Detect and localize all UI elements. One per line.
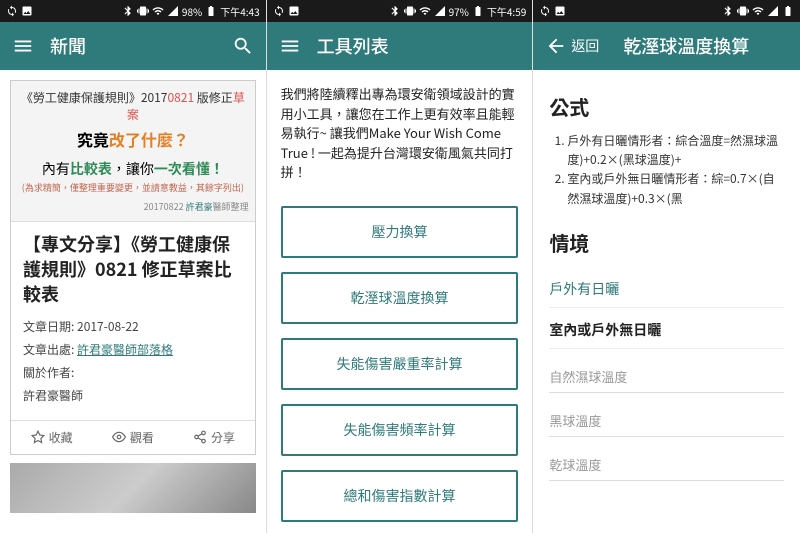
screen-tools: 97% 下午4:59 工具列表 我們將陸續釋出專為環安衛領域設計的實用小工具，讓…	[267, 0, 534, 533]
app-bar: 返回 乾溼球溫度換算	[533, 22, 800, 70]
view-button[interactable]: 觀看	[92, 421, 173, 454]
app-title: 工具列表	[317, 33, 521, 59]
search-icon[interactable]	[232, 35, 254, 57]
banner-credit: 20170822 許君豪醫師整理	[17, 200, 249, 213]
image-icon	[21, 5, 33, 17]
tools-content: 我們將陸續釋出專為環安衛領域設計的實用小工具，讓您在工作上更有效率且能輕易執行~…	[267, 70, 533, 533]
clock-time: 下午4:59	[487, 4, 526, 19]
banner-line1: 《勞工健康保護規則》20170821 版修正草案	[17, 89, 249, 123]
formula-item: 室內或戶外無日曬情形者：綜=0.7×(自然濕球溫度)+0.3×(黑	[567, 169, 784, 207]
news-content: 《勞工健康保護規則》20170821 版修正草案 究竟改了什麼？ 內有比較表，讓…	[0, 70, 266, 533]
menu-icon[interactable]	[12, 35, 34, 57]
screen-news: 98% 下午4:43 新聞 《勞工健康保護規則》20170821 版修正草案 究…	[0, 0, 267, 533]
article-date: 文章日期: 2017-08-22	[23, 318, 243, 335]
vibrate-icon	[737, 5, 749, 17]
card-actions: 收藏 觀看 分享	[11, 420, 255, 454]
card-banner: 《勞工健康保護規則》20170821 版修正草案 究竟改了什麼？ 內有比較表，讓…	[11, 81, 255, 222]
article-source: 文章出處: 許君豪醫師部落格	[23, 341, 243, 358]
vibrate-icon	[404, 5, 416, 17]
input-drybulb[interactable]: 乾球溫度	[549, 437, 784, 481]
status-bar: 98% 下午4:43	[0, 0, 266, 22]
scenario-title: 情境	[549, 228, 784, 257]
image-icon	[288, 5, 300, 17]
status-bar	[533, 0, 800, 22]
scenario-outdoor[interactable]: 戶外有日曬	[549, 267, 784, 308]
article-card[interactable]: 《勞工健康保護規則》20170821 版修正草案 究竟改了什麼？ 內有比較表，讓…	[10, 80, 256, 455]
tool-frequency[interactable]: 失能傷害頻率計算	[281, 404, 519, 456]
screen-calculator: 返回 乾溼球溫度換算 公式 戶外有日曬情形者：綜合溫度=然濕球溫度)+0.2×(…	[533, 0, 800, 533]
star-icon	[31, 430, 45, 444]
input-wetbulb[interactable]: 自然濕球溫度	[549, 349, 784, 393]
wifi-icon	[419, 5, 431, 17]
banner-line3: 內有比較表，讓你一次看懂！	[17, 159, 249, 179]
card-body: 【專文分享】《勞工健康保護規則》0821 修正草案比較表 文章日期: 2017-…	[11, 222, 255, 420]
app-title: 乾溼球溫度換算	[623, 33, 788, 59]
scenario-indoor[interactable]: 室內或戶外無日曬	[549, 308, 784, 349]
sync-icon	[273, 5, 285, 17]
intro-text: 我們將陸續釋出專為環安衛領域設計的實用小工具，讓您在工作上更有效率且能輕易執行~…	[267, 70, 533, 192]
app-bar: 工具列表	[267, 22, 533, 70]
battery-icon	[472, 5, 484, 17]
eye-icon	[112, 430, 126, 444]
signal-icon	[167, 5, 179, 17]
signal-icon	[767, 5, 779, 17]
bluetooth-icon	[389, 5, 401, 17]
calc-content: 公式 戶外有日曬情形者：綜合溫度=然濕球溫度)+0.2×(黑球溫度)+ 室內或戶…	[533, 70, 800, 533]
tool-pressure[interactable]: 壓力換算	[281, 206, 519, 258]
bluetooth-icon	[722, 5, 734, 17]
battery-icon	[782, 5, 794, 17]
vibrate-icon	[137, 5, 149, 17]
arrow-left-icon	[545, 35, 567, 57]
bluetooth-icon	[122, 5, 134, 17]
sync-icon	[6, 5, 18, 17]
wifi-icon	[752, 5, 764, 17]
app-title: 新聞	[50, 33, 216, 59]
signal-icon	[434, 5, 446, 17]
tool-wetbulb[interactable]: 乾溼球溫度換算	[281, 272, 519, 324]
author-name: 許君豪醫師	[23, 387, 243, 404]
formula-list: 戶外有日曬情形者：綜合溫度=然濕球溫度)+0.2×(黑球溫度)+ 室內或戶外無日…	[549, 131, 784, 208]
share-icon	[193, 430, 207, 444]
back-button[interactable]: 返回	[545, 35, 599, 57]
fav-button[interactable]: 收藏	[11, 421, 92, 454]
next-card-image[interactable]	[10, 463, 256, 513]
clock-time: 下午4:43	[220, 4, 259, 19]
formula-title: 公式	[549, 92, 784, 121]
sync-icon	[539, 5, 551, 17]
tool-list: 壓力換算 乾溼球溫度換算 失能傷害嚴重率計算 失能傷害頻率計算 總和傷害指數計算	[267, 206, 533, 522]
input-globe[interactable]: 黑球溫度	[549, 393, 784, 437]
formula-item: 戶外有日曬情形者：綜合溫度=然濕球溫度)+0.2×(黑球溫度)+	[567, 131, 784, 169]
share-button[interactable]: 分享	[173, 421, 254, 454]
author-label: 關於作者:	[23, 364, 243, 381]
wifi-icon	[152, 5, 164, 17]
battery-pct: 98%	[182, 4, 202, 19]
status-bar: 97% 下午4:59	[267, 0, 533, 22]
battery-pct: 97%	[449, 4, 469, 19]
article-title: 【專文分享】《勞工健康保護規則》0821 修正草案比較表	[23, 232, 243, 308]
app-bar: 新聞	[0, 22, 266, 70]
battery-icon	[205, 5, 217, 17]
tool-totalindex[interactable]: 總和傷害指數計算	[281, 470, 519, 522]
banner-line2: 究竟改了什麼？	[17, 127, 249, 151]
source-link[interactable]: 許君豪醫師部落格	[77, 341, 173, 358]
tool-severity[interactable]: 失能傷害嚴重率計算	[281, 338, 519, 390]
menu-icon[interactable]	[279, 35, 301, 57]
banner-line4: (為求精簡，僅整理重要變更，並請意教益，其餘字列出)	[17, 181, 249, 194]
image-icon	[554, 5, 566, 17]
